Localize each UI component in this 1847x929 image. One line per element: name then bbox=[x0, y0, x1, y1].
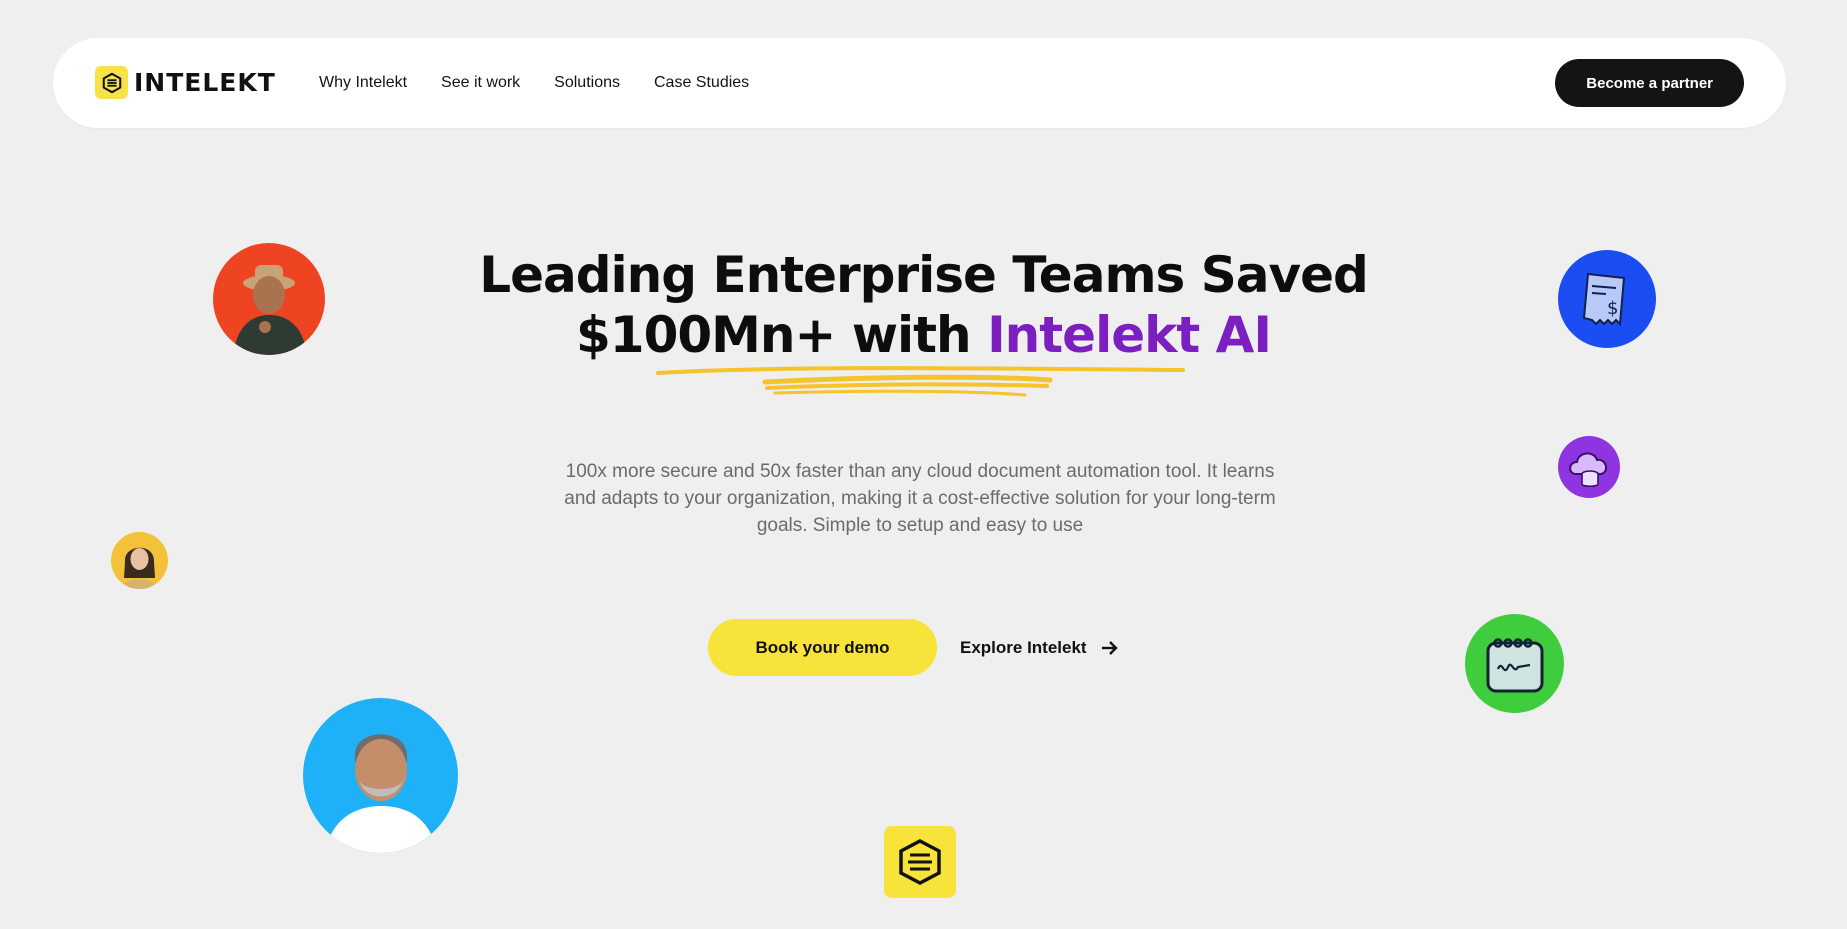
headline-accent: Intelekt AI bbox=[987, 306, 1272, 364]
top-navbar: INTELEKT Why Intelekt See it work Soluti… bbox=[53, 38, 1786, 128]
svg-text:$: $ bbox=[1607, 298, 1618, 319]
receipt-dollar-icon: $ bbox=[1558, 250, 1656, 348]
explore-label: Explore Intelekt bbox=[960, 638, 1087, 657]
hero-subtext: 100x more secure and 50x faster than any… bbox=[564, 461, 1276, 536]
woman-avatar bbox=[111, 532, 168, 589]
nav-why-intelekt[interactable]: Why Intelekt bbox=[319, 74, 407, 92]
brand-logo[interactable]: INTELEKT bbox=[95, 66, 276, 99]
book-demo-button[interactable]: Book your demo bbox=[708, 619, 937, 676]
headline-line-2-prefix: $100Mn+ with bbox=[576, 306, 988, 364]
signed-notepad-icon bbox=[1465, 614, 1564, 713]
intelekt-logo-icon bbox=[95, 66, 128, 99]
nav-see-it-work[interactable]: See it work bbox=[441, 74, 520, 92]
landing-page: INTELEKT Why Intelekt See it work Soluti… bbox=[0, 0, 1847, 929]
headline-line-1: Leading Enterprise Teams Saved bbox=[479, 246, 1369, 304]
brand-name: INTELEKT bbox=[134, 68, 276, 97]
yellow-underline-scribble bbox=[656, 366, 1185, 397]
nav-solutions[interactable]: Solutions bbox=[554, 74, 620, 92]
cloud-database-icon bbox=[1558, 436, 1620, 498]
main-nav: Why Intelekt See it work Solutions Case … bbox=[319, 38, 783, 128]
become-partner-button[interactable]: Become a partner bbox=[1555, 59, 1744, 107]
person-hat-avatar bbox=[213, 243, 325, 355]
explore-intelekt-link[interactable]: Explore Intelekt bbox=[960, 633, 1119, 663]
smiling-man-avatar bbox=[303, 698, 458, 853]
arrow-right-icon bbox=[1101, 641, 1118, 655]
nav-case-studies[interactable]: Case Studies bbox=[654, 74, 749, 92]
intelekt-badge-icon bbox=[884, 826, 956, 898]
